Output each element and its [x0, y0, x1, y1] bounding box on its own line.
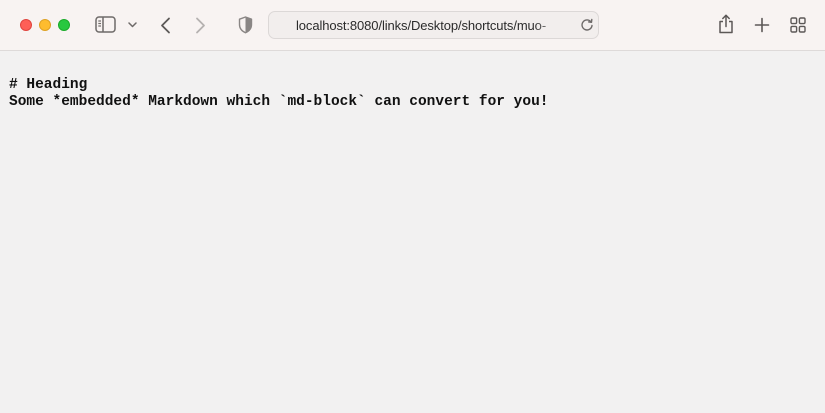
grid-icon[interactable]: [790, 17, 806, 33]
url-text[interactable]: localhost:8080/links/Desktop/shortcuts/m…: [296, 18, 566, 33]
maximize-window-button[interactable]: [58, 19, 70, 31]
markdown-heading-line: # Heading: [9, 77, 88, 93]
close-window-button[interactable]: [20, 19, 32, 31]
page-content: # Heading Some *embedded* Markdown which …: [9, 77, 549, 111]
plus-icon[interactable]: [754, 17, 770, 33]
chevron-left-icon[interactable]: [160, 17, 171, 34]
share-icon[interactable]: [718, 14, 734, 34]
markdown-body-line: Some *embedded* Markdown which `md-block…: [9, 94, 549, 110]
reload-icon[interactable]: [580, 18, 594, 32]
address-bar[interactable]: localhost:8080/links/Desktop/shortcuts/m…: [268, 11, 599, 39]
browser-toolbar: localhost:8080/links/Desktop/shortcuts/m…: [0, 0, 825, 51]
shield-icon[interactable]: [238, 16, 253, 34]
sidebar-icon[interactable]: [95, 16, 116, 33]
minimize-window-button[interactable]: [39, 19, 51, 31]
chevron-down-icon[interactable]: [128, 22, 137, 28]
chevron-right-icon[interactable]: [195, 17, 206, 34]
